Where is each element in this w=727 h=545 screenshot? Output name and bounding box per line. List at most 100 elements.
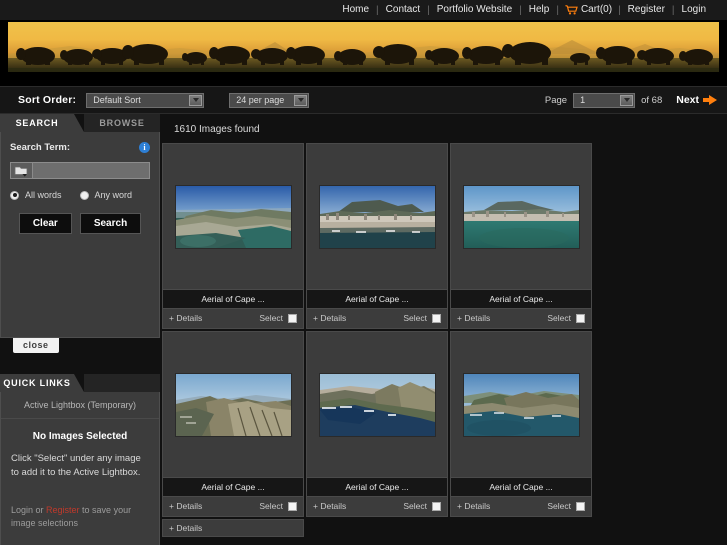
select-label: Select <box>547 501 571 511</box>
nav-link-home[interactable]: Home <box>335 0 376 20</box>
tab-browse[interactable]: BROWSE <box>84 114 160 132</box>
sort-order-select[interactable]: Default Sort <box>86 92 205 108</box>
select-label: Select <box>259 501 283 511</box>
details-link[interactable]: + Details <box>313 313 346 323</box>
card-image-box[interactable] <box>163 144 303 289</box>
select-label: Select <box>403 501 427 511</box>
thumbnail-table-mountain-ridge[interactable] <box>175 373 291 436</box>
image-card[interactable]: Aerial of Cape ... + Details Select <box>306 331 448 517</box>
image-card[interactable]: Aerial of Cape ... + Details Select <box>306 143 448 329</box>
image-card[interactable]: Aerial of Cape ... + Details Select <box>450 143 592 329</box>
body-area: SEARCH BROWSE Search Term: i All words A… <box>0 114 727 545</box>
image-card[interactable]: Aerial of Cape ... + Details Select <box>450 331 592 517</box>
thumbnail-capetown-peninsula-aerial[interactable] <box>175 185 291 248</box>
card-caption: Aerial of Cape ... <box>163 289 303 309</box>
cart-label[interactable]: Cart(0) <box>581 0 612 20</box>
select-control[interactable]: Select <box>403 313 441 323</box>
chevron-down-icon[interactable] <box>189 94 203 106</box>
card-image-box[interactable] <box>307 144 447 289</box>
results-area: 1610 Images found Aerial of Cape ... + D… <box>160 114 727 544</box>
image-card[interactable]: Aerial of Cape ... + Details Select <box>162 143 304 329</box>
details-link[interactable]: + Details <box>457 501 490 511</box>
chevron-down-icon[interactable] <box>294 94 308 106</box>
select-label: Select <box>259 313 283 323</box>
search-input-wrapper[interactable] <box>33 162 150 181</box>
details-link[interactable]: + Details <box>169 523 202 533</box>
thumbnail-capetown-coast-aerial[interactable] <box>463 373 579 436</box>
select-checkbox[interactable] <box>576 313 585 323</box>
search-input[interactable] <box>33 165 149 181</box>
match-mode-radios: All words Any word <box>10 190 150 200</box>
card-caption: Aerial of Cape ... <box>451 289 591 309</box>
info-icon[interactable]: i <box>139 142 150 153</box>
next-page-button[interactable]: Next <box>676 94 717 106</box>
card-image-box[interactable] <box>163 332 303 477</box>
no-images-selected-heading: No Images Selected <box>32 431 128 442</box>
select-control[interactable]: Select <box>259 313 297 323</box>
radio-any-word-label: Any word <box>94 190 133 200</box>
total-pages-label: of 68 <box>641 94 663 106</box>
active-lightbox-link[interactable]: Active Lightbox (Temporary) <box>1 392 159 419</box>
select-checkbox[interactable] <box>432 313 441 323</box>
login-register-prompt: Login or Register to save your image sel… <box>1 490 159 530</box>
tab-quick-links[interactable]: QUICK LINKS <box>0 374 84 392</box>
select-checkbox[interactable] <box>576 501 585 511</box>
card-caption: Aerial of Cape ... <box>163 477 303 497</box>
nav-link-login[interactable]: Login <box>675 0 713 20</box>
nav-link-portfolio-website[interactable]: Portfolio Website <box>430 0 519 20</box>
select-control[interactable]: Select <box>547 313 585 323</box>
thumbnail-capetown-harbour-table-mountain[interactable] <box>319 185 435 248</box>
next-page-label: Next <box>676 94 699 106</box>
thumbnail-capetown-bay-from-sea[interactable] <box>463 185 579 248</box>
nav-link-register[interactable]: Register <box>621 0 672 20</box>
nav-link-help[interactable]: Help <box>522 0 557 20</box>
nav-link-contact[interactable]: Contact <box>379 0 427 20</box>
pagination-controls: Page 1 of 68 Next <box>545 92 717 108</box>
sort-order-label: Sort Order: <box>18 94 77 106</box>
chevron-down-icon[interactable] <box>620 94 634 106</box>
radio-all-words-label: All words <box>25 190 62 200</box>
cart-button[interactable]: Cart(0) <box>559 0 618 20</box>
card-image-box[interactable] <box>451 144 591 289</box>
per-page-value: 24 per page <box>236 95 285 105</box>
image-card[interactable]: Aerial of Cape ... + Details Select <box>162 331 304 517</box>
card-footer: + Details Select <box>163 497 303 516</box>
quicklinks-tab-filler <box>84 374 160 392</box>
thumbnail-twelve-apostles-coastline[interactable] <box>319 373 435 436</box>
details-link[interactable]: + Details <box>313 501 346 511</box>
shopping-cart-icon <box>565 5 578 15</box>
clear-button[interactable]: Clear <box>18 213 72 234</box>
select-control[interactable]: Select <box>259 501 297 511</box>
select-label: Select <box>403 313 427 323</box>
details-link[interactable]: + Details <box>457 313 490 323</box>
select-checkbox[interactable] <box>288 313 297 323</box>
card-image-box[interactable] <box>451 332 591 477</box>
tab-search[interactable]: SEARCH <box>0 114 84 132</box>
close-panel-button[interactable]: close <box>13 338 59 353</box>
select-control[interactable]: Select <box>547 501 585 511</box>
image-card[interactable]: + Details <box>162 519 304 537</box>
radio-any-word[interactable] <box>79 190 89 200</box>
register-link[interactable]: Register <box>46 505 80 515</box>
radio-all-words[interactable] <box>10 190 19 200</box>
page-number-select[interactable]: 1 <box>573 92 636 108</box>
details-link[interactable]: + Details <box>169 313 202 323</box>
folder-dropdown-icon[interactable] <box>10 162 33 179</box>
search-button[interactable]: Search <box>79 213 142 234</box>
per-page-select[interactable]: 24 per page <box>229 92 310 108</box>
card-footer: + Details <box>163 520 303 538</box>
select-checkbox[interactable] <box>432 501 441 511</box>
quicklinks-tabs: QUICK LINKS <box>0 374 160 392</box>
card-caption: Aerial of Cape ... <box>307 477 447 497</box>
select-control[interactable]: Select <box>403 501 441 511</box>
card-caption: Aerial of Cape ... <box>451 477 591 497</box>
quick-links-title: QUICK LINKS <box>3 378 71 388</box>
sort-toolbar: Sort Order: Default Sort 24 per page Pag… <box>0 86 727 114</box>
lightbox-instruction-text: Click "Select" under any image to add it… <box>11 453 141 478</box>
elephant-herd-sunset-image <box>0 20 727 86</box>
details-link[interactable]: + Details <box>169 501 202 511</box>
tab-browse-label: BROWSE <box>99 118 145 128</box>
quicklinks-panel: Active Lightbox (Temporary) No Images Se… <box>0 392 160 545</box>
card-image-box[interactable] <box>307 332 447 477</box>
select-checkbox[interactable] <box>288 501 297 511</box>
